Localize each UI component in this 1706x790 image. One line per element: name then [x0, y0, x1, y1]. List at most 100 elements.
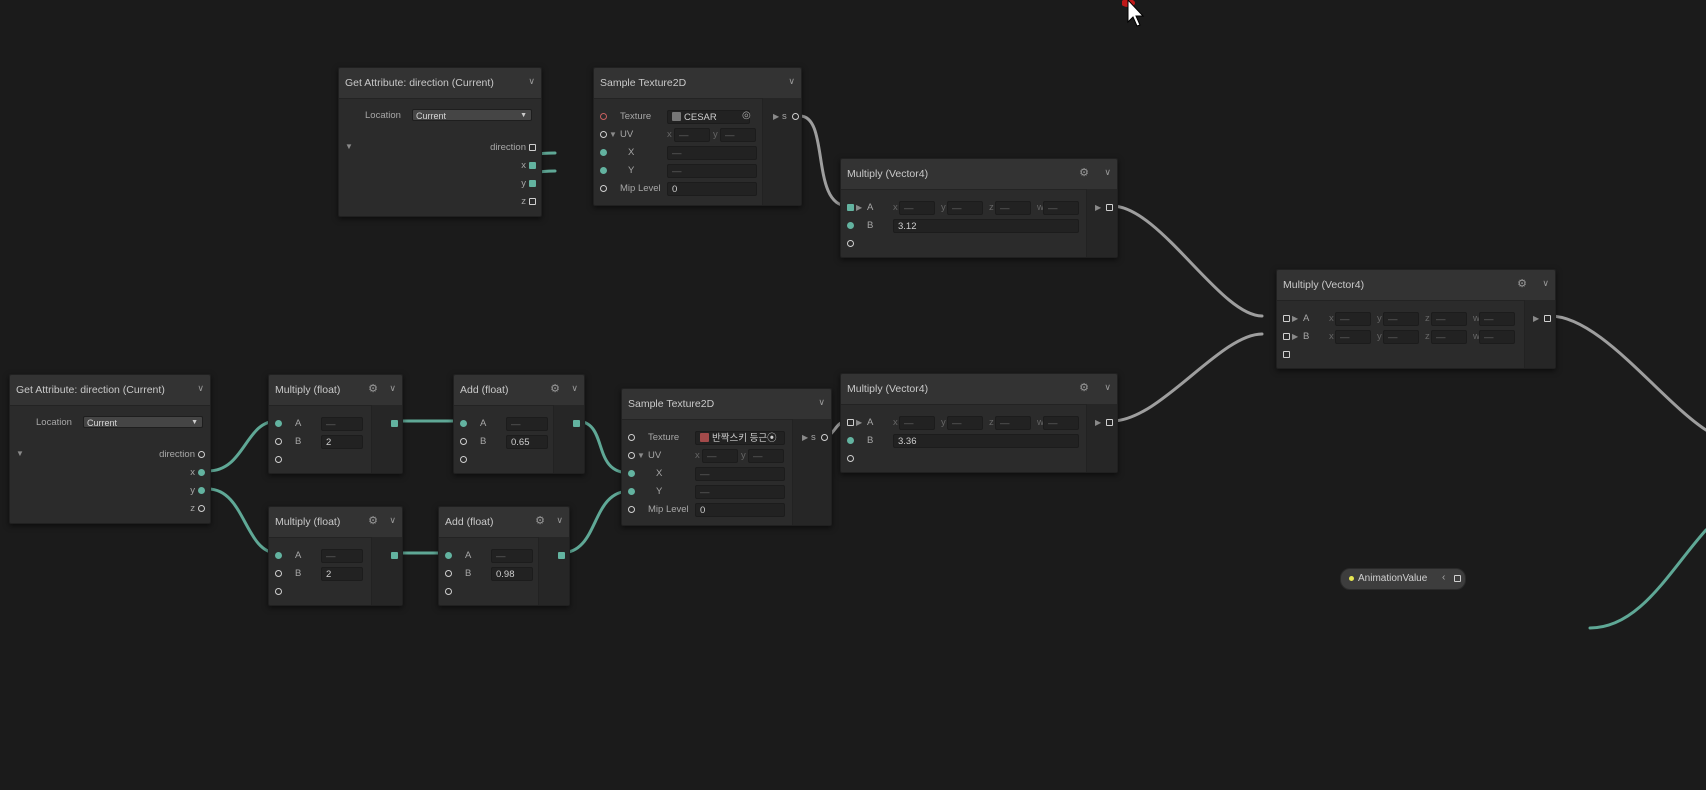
a-x-field[interactable]: — [1335, 312, 1371, 326]
node-get-attribute-top[interactable]: Get Attribute: direction (Current) ∨ Loc… [338, 67, 542, 217]
a-y-field[interactable]: — [947, 416, 983, 430]
texture-object-field[interactable]: 반짝스키 등근⦿ [695, 431, 785, 445]
output-s-port[interactable] [821, 434, 828, 441]
add-operand-port[interactable] [847, 455, 854, 462]
chevron-down-icon[interactable]: ∨ [1104, 167, 1111, 178]
a-y-field[interactable]: — [947, 201, 983, 215]
b-x-field[interactable]: — [1335, 330, 1371, 344]
b-value-field[interactable]: 0.65 [506, 435, 548, 449]
output-port[interactable] [1544, 315, 1551, 322]
a-x-field[interactable]: — [899, 416, 935, 430]
a-field[interactable]: — [506, 417, 548, 431]
add-operand-port[interactable] [445, 588, 452, 595]
wire-param-to-offscreen[interactable] [1588, 528, 1706, 630]
input-a-port[interactable] [275, 552, 282, 559]
chevron-down-icon[interactable]: ∨ [571, 383, 578, 394]
gear-icon[interactable]: ⚙ [550, 382, 560, 395]
uv-y-field[interactable]: — [748, 449, 784, 463]
output-z-port[interactable] [198, 505, 205, 512]
node-sample-texture2d-bottom[interactable]: Sample Texture2D ∨ Texture 반짝스키 등근⦿ ▼ UV… [621, 388, 832, 526]
wire-y-to-mulfloat2[interactable] [206, 487, 279, 555]
x-field[interactable]: — [695, 467, 785, 481]
input-a-port[interactable] [445, 552, 452, 559]
output-direction-port[interactable] [198, 451, 205, 458]
a-w-field[interactable]: — [1043, 201, 1079, 215]
gear-icon[interactable]: ⚙ [368, 382, 378, 395]
mip-level-field[interactable]: 0 [695, 503, 785, 517]
a-y-field[interactable]: — [1383, 312, 1419, 326]
output-y-port[interactable] [529, 180, 536, 187]
gear-icon[interactable]: ⚙ [1079, 166, 1089, 179]
add-operand-port[interactable] [1283, 351, 1290, 358]
node-multiply-vector4-top[interactable]: Multiply (Vector4) ⚙ ∨ ▶ A x — y — z — w… [840, 158, 1118, 258]
wire-mul-top-to-right[interactable] [1110, 204, 1264, 318]
expand-triangle-icon[interactable]: ▼ [16, 449, 24, 458]
y-field[interactable]: — [667, 164, 757, 178]
node-header[interactable]: Multiply (Vector4) ⚙ ∨ [841, 374, 1117, 405]
node-header[interactable]: Add (float) ⚙ ∨ [439, 507, 569, 538]
add-operand-port[interactable] [275, 456, 282, 463]
output-port[interactable] [558, 552, 565, 559]
input-a-port[interactable] [847, 419, 854, 426]
b-expand-icon[interactable]: ▶ [1292, 332, 1298, 341]
output-s-port[interactable] [792, 113, 799, 120]
chevron-down-icon[interactable]: ∨ [1542, 278, 1549, 289]
output-port[interactable] [391, 420, 398, 427]
b-value-field[interactable]: 3.36 [893, 434, 1079, 448]
a-field[interactable]: — [491, 549, 533, 563]
node-header[interactable]: Sample Texture2D ∨ [622, 389, 831, 420]
node-get-attribute-bottom[interactable]: Get Attribute: direction (Current) ∨ Loc… [9, 374, 211, 524]
b-z-field[interactable]: — [1431, 330, 1467, 344]
parameter-node-animationvalue[interactable]: AnimationValue ‹ [1340, 568, 1466, 590]
node-multiply-vector4-mid[interactable]: Multiply (Vector4) ⚙ ∨ ▶ A x — y — z — w… [840, 373, 1118, 473]
chevron-down-icon[interactable]: ∨ [389, 515, 396, 526]
input-b-port[interactable] [1283, 333, 1290, 340]
x-input-port[interactable] [600, 149, 607, 156]
chevron-down-icon[interactable]: ∨ [528, 76, 535, 87]
node-header[interactable]: Multiply (Vector4) ⚙ ∨ [1277, 270, 1555, 301]
add-operand-port[interactable] [275, 588, 282, 595]
b-value-field[interactable]: 2 [321, 567, 363, 581]
input-b-port[interactable] [847, 437, 854, 444]
output-port[interactable] [391, 552, 398, 559]
parameter-output-port[interactable] [1454, 575, 1461, 582]
uv-input-port[interactable] [628, 452, 635, 459]
b-value-field[interactable]: 0.98 [491, 567, 533, 581]
a-z-field[interactable]: — [995, 201, 1031, 215]
output-x-port[interactable] [529, 162, 536, 169]
a-w-field[interactable]: — [1043, 416, 1079, 430]
node-sample-texture2d-top[interactable]: Sample Texture2D ∨ Texture CESAR ◎ ▼ UV … [593, 67, 802, 206]
mip-level-field[interactable]: 0 [667, 182, 757, 196]
input-b-port[interactable] [847, 222, 854, 229]
output-expand-icon[interactable]: ▶ [1533, 314, 1539, 323]
texture-object-field[interactable]: CESAR [667, 110, 750, 124]
b-value-field[interactable]: 2 [321, 435, 363, 449]
y-input-port[interactable] [600, 167, 607, 174]
input-b-port[interactable] [275, 570, 282, 577]
node-header[interactable]: Add (float) ⚙ ∨ [454, 375, 584, 406]
wire-add2-to-y[interactable] [559, 489, 632, 555]
output-expand-icon[interactable]: ▶ [802, 433, 808, 442]
a-expand-icon[interactable]: ▶ [856, 203, 862, 212]
y-input-port[interactable] [628, 488, 635, 495]
a-z-field[interactable]: — [1431, 312, 1467, 326]
chevron-down-icon[interactable]: ∨ [556, 515, 563, 526]
b-w-field[interactable]: — [1479, 330, 1515, 344]
input-a-port[interactable] [1283, 315, 1290, 322]
a-z-field[interactable]: — [995, 416, 1031, 430]
gear-icon[interactable]: ⚙ [368, 514, 378, 527]
output-expand-icon[interactable]: ▶ [773, 112, 779, 121]
chevron-down-icon[interactable]: ∨ [788, 76, 795, 87]
x-input-port[interactable] [628, 470, 635, 477]
output-expand-icon[interactable]: ▶ [1095, 203, 1101, 212]
output-z-port[interactable] [529, 198, 536, 205]
mip-input-port[interactable] [600, 185, 607, 192]
node-header[interactable]: Get Attribute: direction (Current) ∨ [339, 68, 541, 99]
output-expand-icon[interactable]: ▶ [1095, 418, 1101, 427]
input-b-port[interactable] [460, 438, 467, 445]
gear-icon[interactable]: ⚙ [535, 514, 545, 527]
chevron-down-icon[interactable]: ∨ [1104, 382, 1111, 393]
node-add-float-2[interactable]: Add (float) ⚙ ∨ A — B 0.98 [438, 506, 570, 606]
output-port[interactable] [573, 420, 580, 427]
node-add-float-1[interactable]: Add (float) ⚙ ∨ A — B 0.65 [453, 374, 585, 474]
